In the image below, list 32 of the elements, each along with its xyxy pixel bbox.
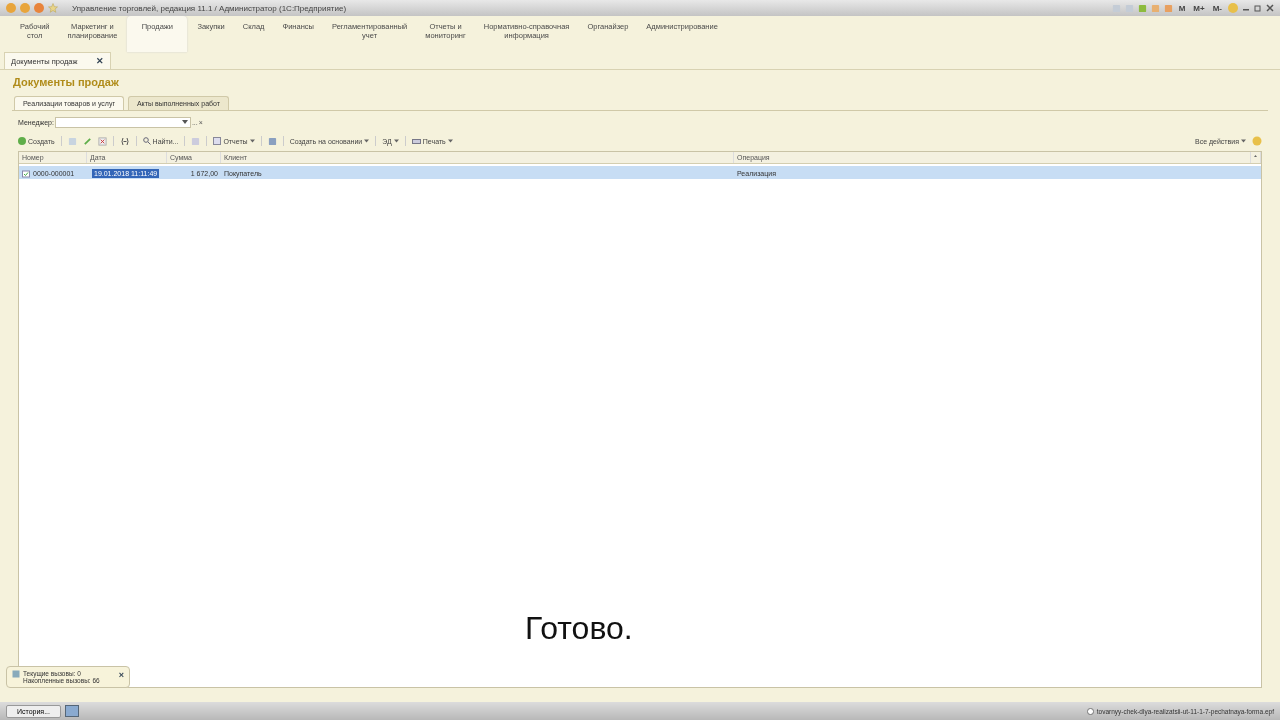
close-icon[interactable] xyxy=(1266,4,1274,12)
caret-icon xyxy=(447,139,453,143)
history-icon[interactable] xyxy=(34,3,44,13)
form-title: Документы продаж xyxy=(13,76,120,88)
window-title: Управление торговлей, редакция 11.1 / Администратор (1С:Предприятие) xyxy=(72,3,348,13)
video-subtitle: Готово. xyxy=(525,610,633,647)
delete-icon[interactable] xyxy=(97,136,107,146)
memory-button[interactable]: M- xyxy=(1210,3,1224,13)
info-icon xyxy=(1086,707,1094,715)
window-icon[interactable] xyxy=(65,705,79,717)
search-icon xyxy=(142,137,151,145)
posted-document-icon xyxy=(22,169,30,178)
caret-icon xyxy=(249,139,255,143)
info-icon[interactable] xyxy=(1228,3,1238,13)
brackets-icon[interactable] xyxy=(119,136,130,146)
help-icon[interactable] xyxy=(1252,136,1262,146)
memory-button[interactable]: M+ xyxy=(1191,3,1207,13)
dropdown-icon[interactable] xyxy=(181,119,188,125)
report-icon xyxy=(213,137,222,145)
manager-field[interactable] xyxy=(54,116,191,128)
plus-circle-icon xyxy=(18,137,26,145)
pencil-icon[interactable] xyxy=(82,136,92,146)
printer-icon xyxy=(411,137,421,145)
caret-icon xyxy=(364,139,370,143)
scroll-up-icon[interactable] xyxy=(1254,154,1257,158)
caret-icon xyxy=(1241,139,1246,143)
close-panel-button[interactable]: × xyxy=(118,670,124,684)
memory-button[interactable]: M xyxy=(1176,3,1188,13)
close-tab-button[interactable]: ✕ xyxy=(95,56,104,66)
star-icon[interactable] xyxy=(48,3,58,13)
restore-icon[interactable] xyxy=(1254,4,1262,12)
caret-icon xyxy=(393,139,399,143)
